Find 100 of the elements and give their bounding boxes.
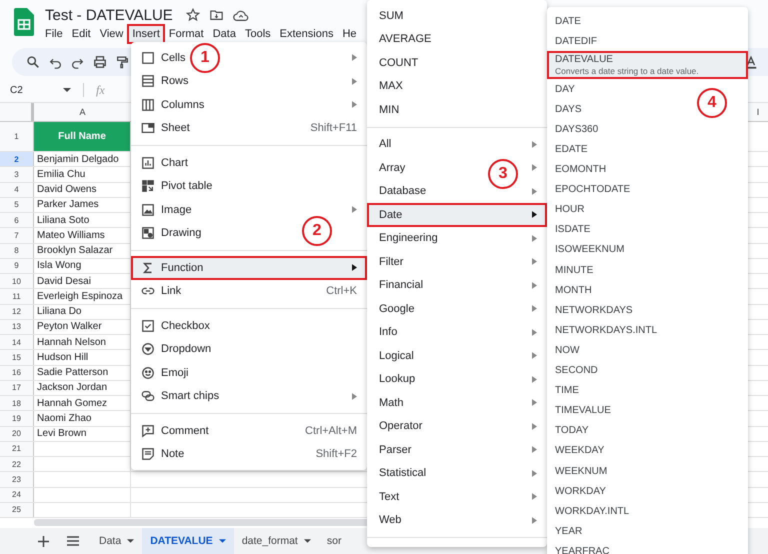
menu-item[interactable]: Array <box>379 162 406 174</box>
menu-item[interactable]: WEEKDAY <box>555 445 604 456</box>
row-number[interactable]: 25 <box>0 502 34 517</box>
row-number[interactable]: 23 <box>0 472 34 486</box>
menu-item[interactable]: Image <box>161 204 192 216</box>
paint-roller-icon[interactable] <box>116 55 129 69</box>
menu-bar-item[interactable]: Format <box>166 26 207 42</box>
menu-item[interactable]: DATE <box>555 16 581 27</box>
row-number[interactable]: 1 <box>0 122 34 151</box>
menu-item[interactable]: WORKDAY.INTL <box>555 506 630 517</box>
column-header[interactable]: I <box>748 103 768 121</box>
menu-item[interactable]: NOW <box>555 344 580 356</box>
row-number[interactable]: 16 <box>0 366 34 380</box>
row-number[interactable]: 14 <box>0 335 34 350</box>
menu-item[interactable]: Parser <box>379 444 412 456</box>
print-icon[interactable] <box>93 55 107 69</box>
row-number[interactable]: 19 <box>0 411 34 426</box>
menu-item[interactable]: NETWORKDAYS.INTL <box>555 324 658 336</box>
folder-icon[interactable] <box>208 8 224 22</box>
menu-item[interactable]: Sheet <box>161 122 190 134</box>
row-number[interactable]: 9 <box>0 258 34 273</box>
menu-bar-item[interactable]: View <box>96 26 126 42</box>
menu-item[interactable]: Financial <box>379 279 424 292</box>
menu-item[interactable]: MIN <box>379 104 400 116</box>
menu-item[interactable]: Chart <box>161 156 188 169</box>
menu-bar-item[interactable]: File <box>42 26 66 42</box>
menu-item[interactable]: DAYS360 <box>555 124 598 135</box>
row-number[interactable]: 15 <box>0 350 34 364</box>
menu-item[interactable]: NETWORKDAYS <box>555 304 633 316</box>
menu-item[interactable]: Cells <box>161 52 186 64</box>
row-number[interactable]: 24 <box>0 488 34 502</box>
menu-item[interactable]: ISOWEEKNUM <box>555 244 624 256</box>
caret-icon[interactable] <box>63 88 71 92</box>
row-number[interactable]: 20 <box>0 426 34 441</box>
menu-item[interactable]: WORKDAY <box>555 486 606 497</box>
menu-bar-item[interactable]: Edit <box>68 26 94 42</box>
row-number[interactable]: 4 <box>0 182 34 197</box>
menu-item[interactable]: EDATE <box>555 144 588 156</box>
menu-item[interactable]: WEEKNUM <box>555 466 608 477</box>
menu-bar-item[interactable]: Extensions <box>276 26 336 42</box>
caret-icon[interactable] <box>218 539 226 543</box>
menu-item[interactable]: Text <box>379 490 400 503</box>
name-box[interactable]: C2 <box>10 84 57 96</box>
row-number[interactable]: 12 <box>0 304 34 319</box>
row-number[interactable]: 2 <box>0 152 34 166</box>
menu-bar-item[interactable]: Tools <box>242 26 274 42</box>
menu-item[interactable]: COUNT <box>379 56 418 69</box>
menu-bar-item[interactable]: Data <box>210 26 239 42</box>
row-number[interactable]: 10 <box>0 274 34 288</box>
menu-item[interactable]: DAYS <box>555 104 582 115</box>
sheet-tab[interactable]: Data <box>91 528 142 554</box>
menu-item[interactable]: Statistical <box>379 467 426 480</box>
sheet-tab[interactable]: date_format <box>234 528 319 554</box>
menu-item[interactable]: Date <box>367 203 547 226</box>
menu-icon[interactable] <box>67 536 79 546</box>
document-title[interactable]: Test - DATEVALUE <box>45 6 173 24</box>
menu-item[interactable]: YEAR <box>555 526 582 537</box>
menu-item[interactable]: MONTH <box>555 284 592 296</box>
menu-item[interactable]: Filter <box>379 256 404 268</box>
menu-item[interactable]: Note <box>161 448 184 460</box>
menu-item[interactable]: All <box>379 138 392 150</box>
menu-item[interactable]: MINUTE <box>555 264 594 276</box>
menu-item[interactable]: ISDATE <box>555 224 590 236</box>
menu-item[interactable]: Lookup <box>379 373 416 386</box>
row-number[interactable]: 3 <box>0 167 34 182</box>
menu-item[interactable]: Drawing <box>161 227 202 240</box>
add-icon[interactable] <box>38 536 49 546</box>
sheet-tab[interactable]: sor <box>318 528 350 554</box>
menu-item[interactable]: TIMEVALUE <box>555 405 611 416</box>
row-number[interactable]: 8 <box>0 244 34 258</box>
menu-item[interactable]: Pivot table <box>161 180 212 192</box>
row-number[interactable]: 11 <box>0 289 34 304</box>
star-icon[interactable] <box>186 8 200 22</box>
menu-item[interactable]: HOUR <box>555 204 584 216</box>
menu-item[interactable]: Checkbox <box>161 320 210 332</box>
row-number[interactable]: 5 <box>0 198 34 212</box>
search-icon[interactable] <box>26 55 40 69</box>
row-number[interactable]: 21 <box>0 442 34 456</box>
row-number[interactable]: 22 <box>0 457 34 472</box>
menu-item[interactable]: Google <box>379 302 414 315</box>
menu-item[interactable]: Rows <box>161 75 189 88</box>
menu-item[interactable]: EOMONTH <box>555 164 606 176</box>
menu-item[interactable]: Engineering <box>379 232 438 244</box>
menu-item[interactable]: Math <box>379 396 404 409</box>
menu-item[interactable]: Info <box>379 326 398 338</box>
menu-item[interactable]: DATEVALUE Converts a date string to a date value. <box>547 51 748 80</box>
caret-icon[interactable] <box>304 539 311 543</box>
row-number[interactable]: 13 <box>0 320 34 334</box>
menu-item[interactable]: MAX <box>379 80 403 92</box>
menu-item[interactable]: DATEDIF <box>555 36 598 47</box>
menu-item[interactable]: Operator <box>379 420 422 432</box>
menu-item[interactable]: TIME <box>555 385 579 396</box>
menu-item[interactable]: TODAY <box>555 425 589 436</box>
menu-item[interactable]: SECOND <box>555 365 598 376</box>
menu-item[interactable]: Smart chips <box>161 390 220 402</box>
menu-item[interactable]: EPOCHTODATE <box>555 184 630 196</box>
row-number[interactable]: 7 <box>0 228 34 242</box>
menu-item[interactable]: Web <box>379 514 402 526</box>
menu-bar-item[interactable]: He <box>339 26 360 42</box>
menu-item[interactable]: AVERAGE <box>379 33 432 46</box>
